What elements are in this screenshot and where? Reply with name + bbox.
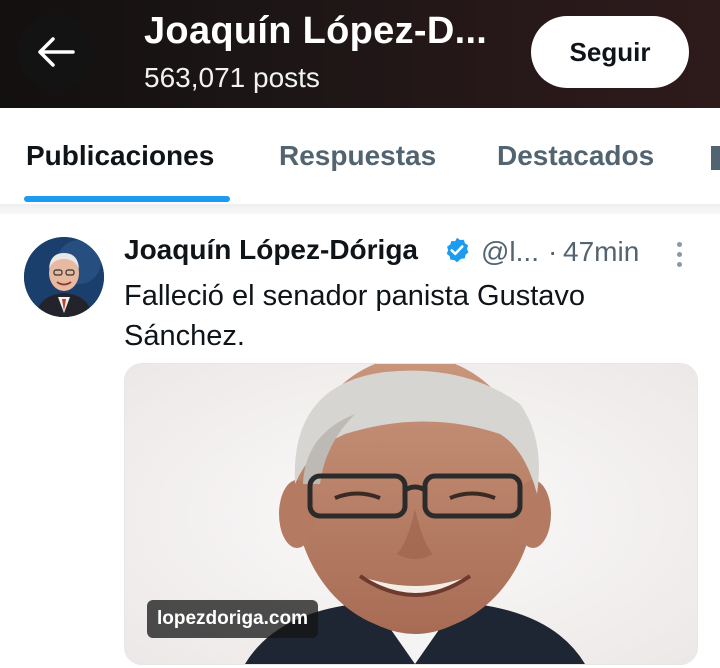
- back-button[interactable]: [18, 14, 94, 90]
- profile-header: Joaquín López-D... 563,071 posts Seguir: [0, 0, 720, 108]
- follow-button[interactable]: Seguir: [531, 16, 689, 88]
- section-divider: [0, 204, 720, 214]
- media-source-label: lopezdoriga.com: [147, 600, 318, 638]
- avatar[interactable]: [24, 237, 104, 317]
- post-timestamp[interactable]: 47min: [563, 236, 639, 268]
- meta-separator: ·: [548, 236, 558, 267]
- active-tab-indicator: [24, 196, 230, 202]
- tab-respuestas[interactable]: Respuestas: [279, 140, 436, 172]
- profile-tabs: Publicaciones Respuestas Destacados: [0, 108, 720, 204]
- profile-title: Joaquín López-D...: [144, 10, 488, 52]
- posts-count: 563,071 posts: [144, 62, 320, 93]
- more-vertical-icon[interactable]: [664, 236, 694, 272]
- author-name[interactable]: Joaquín López-Dóriga: [124, 234, 418, 266]
- author-handle[interactable]: @l...: [481, 236, 539, 268]
- tab-publicaciones[interactable]: Publicaciones: [26, 140, 214, 172]
- tab-overflow-hint: [711, 146, 720, 170]
- verified-badge-icon: [446, 237, 469, 263]
- arrow-left-icon: [38, 37, 75, 67]
- post-text: Falleció el senador panista Gustavo Sánc…: [124, 280, 586, 352]
- tab-destacados[interactable]: Destacados: [497, 140, 654, 172]
- avatar-image: [24, 237, 104, 317]
